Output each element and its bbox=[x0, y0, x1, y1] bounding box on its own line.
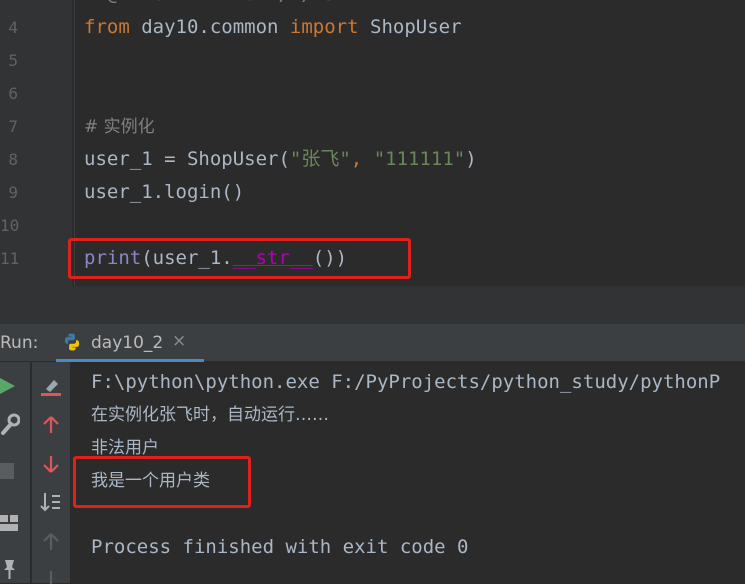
code-token: ShopUser bbox=[370, 16, 462, 38]
line-number: 3 bbox=[0, 0, 18, 11]
console-line: Process finished with exit code 0 bbox=[91, 536, 469, 558]
console-line: F:\python\python.exe F:/PyProjects/pytho… bbox=[91, 371, 721, 393]
code-token: # 实例化 bbox=[84, 117, 155, 137]
python-icon bbox=[64, 333, 80, 351]
code-token: ) bbox=[465, 148, 477, 170]
down-arrow-icon[interactable] bbox=[43, 455, 59, 473]
code-token: , bbox=[350, 148, 374, 170]
line-number: 4 bbox=[8, 18, 18, 37]
code-token: "张飞" bbox=[289, 148, 351, 170]
scroll-down-icon[interactable] bbox=[43, 570, 59, 584]
code-token: user_1 = ShopUser( bbox=[84, 148, 290, 170]
tab-day10-2[interactable]: day10_2 × bbox=[56, 324, 204, 362]
gutter-divider bbox=[74, 0, 75, 286]
code-line[interactable]: print(user_1.__str__()) bbox=[84, 242, 347, 275]
clear-icon[interactable] bbox=[41, 376, 61, 396]
close-icon[interactable]: × bbox=[172, 331, 186, 351]
code-token: day10.common bbox=[141, 16, 290, 38]
code-token: __str__ bbox=[232, 247, 313, 269]
wrench-icon[interactable] bbox=[0, 413, 20, 435]
line-number: 11 bbox=[0, 249, 20, 268]
code-line[interactable]: user_1.login() bbox=[84, 176, 244, 209]
code-token: import bbox=[289, 16, 370, 38]
line-number: 5 bbox=[8, 51, 18, 70]
code-token: user_1.login() bbox=[84, 181, 245, 203]
console-line: 我是一个用户类 bbox=[91, 471, 210, 491]
up-arrow-icon[interactable] bbox=[43, 416, 59, 434]
sort-icon[interactable] bbox=[40, 492, 62, 512]
layout-icon[interactable] bbox=[0, 514, 20, 532]
code-editor[interactable]: 3 # @Time : 2022/1/15 14:17 4 from day10.… bbox=[0, 0, 745, 286]
code-line[interactable]: from day10.common import ShopUser bbox=[84, 11, 462, 44]
line-number: 7 bbox=[8, 117, 18, 136]
rerun-icon[interactable] bbox=[0, 376, 16, 396]
stop-icon[interactable] bbox=[0, 462, 16, 480]
code-token: "111111" bbox=[373, 148, 466, 170]
pin-icon[interactable] bbox=[0, 558, 20, 580]
run-toolbar: Run: day10_2 × bbox=[0, 324, 745, 362]
run-label: Run: bbox=[0, 333, 39, 353]
run-right-toolbar bbox=[31, 362, 70, 584]
code-line[interactable]: # 实例化 bbox=[84, 110, 155, 144]
code-line[interactable]: user_1 = ShopUser("张飞", "111111") bbox=[84, 143, 477, 176]
tab-label: day10_2 bbox=[91, 333, 164, 353]
line-number: 8 bbox=[8, 150, 18, 169]
console-line: 在实例化张飞时，自动运行…… bbox=[91, 405, 329, 425]
code-token: from bbox=[84, 16, 142, 38]
code-token: ()) bbox=[312, 247, 348, 269]
line-number: 9 bbox=[8, 183, 18, 202]
scroll-up-icon[interactable] bbox=[43, 533, 59, 551]
editor-run-separator bbox=[0, 286, 745, 324]
run-left-toolbar bbox=[0, 362, 30, 583]
code-token: (user_1. bbox=[141, 247, 233, 269]
code-token: print bbox=[84, 247, 142, 269]
line-number: 6 bbox=[8, 84, 18, 103]
code-line-partial: # @Time : 2022/1/15 14:17 bbox=[84, 0, 404, 11]
console-line: 非法用户 bbox=[91, 438, 159, 458]
line-number: 10 bbox=[0, 216, 20, 235]
console-output[interactable]: F:\python\python.exe F:/PyProjects/pytho… bbox=[70, 362, 745, 583]
